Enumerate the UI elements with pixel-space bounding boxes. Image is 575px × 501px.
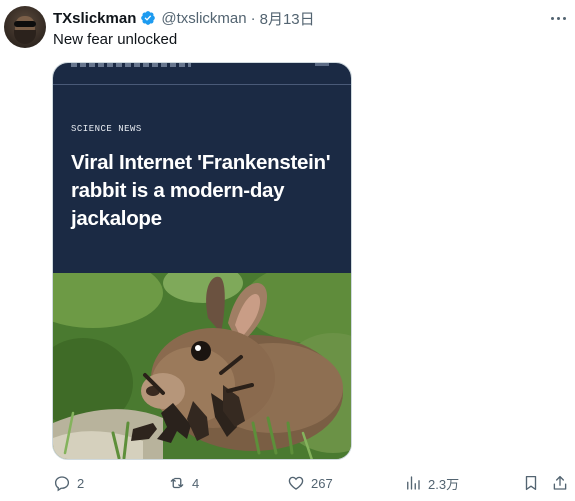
reply-icon	[54, 476, 70, 492]
views-button[interactable]: 2.3万	[404, 472, 459, 494]
tweet-date[interactable]: 8月13日	[260, 8, 315, 29]
tweet-media[interactable]: SCIENCE NEWS Viral Internet 'Frankenstei…	[52, 62, 352, 460]
verified-badge-icon	[141, 11, 156, 25]
repost-icon	[170, 477, 184, 489]
header-divider	[53, 84, 351, 85]
publication-logo	[71, 63, 191, 67]
avatar-beard	[14, 30, 36, 44]
bookmark-icon	[525, 475, 537, 491]
share-button[interactable]	[551, 472, 569, 494]
author-name[interactable]: TXslickman	[53, 10, 136, 27]
tweet-header: TXslickman @txslickman · 8月13日	[53, 8, 315, 28]
like-icon	[288, 476, 304, 490]
author-handle[interactable]: @txslickman	[161, 10, 246, 27]
like-button[interactable]: 267	[287, 472, 333, 494]
views-count: 2.3万	[428, 476, 460, 492]
avatar[interactable]	[4, 6, 46, 48]
article-kicker: SCIENCE NEWS	[71, 124, 142, 134]
rabbit-illustration	[53, 273, 351, 459]
repost-count: 4	[192, 475, 200, 491]
action-bar: 2 4 267 2.3万	[0, 472, 575, 494]
avatar-glasses	[14, 21, 36, 27]
more-icon[interactable]	[548, 9, 568, 27]
rabbit-photo	[53, 273, 351, 459]
menu-icon	[315, 63, 329, 66]
reply-count: 2	[77, 475, 85, 491]
tweet-text: New fear unlocked	[53, 31, 178, 48]
share-icon	[553, 475, 567, 490]
reply-button[interactable]: 2	[53, 472, 84, 494]
like-count: 267	[311, 475, 333, 491]
article-headline: Viral Internet 'Frankenstein' rabbit is …	[71, 151, 331, 230]
views-icon	[407, 476, 420, 490]
repost-button[interactable]: 4	[168, 472, 199, 494]
bookmark-button[interactable]	[522, 472, 540, 494]
article-header: SCIENCE NEWS Viral Internet 'Frankenstei…	[53, 63, 351, 273]
separator-dot: ·	[250, 9, 256, 27]
